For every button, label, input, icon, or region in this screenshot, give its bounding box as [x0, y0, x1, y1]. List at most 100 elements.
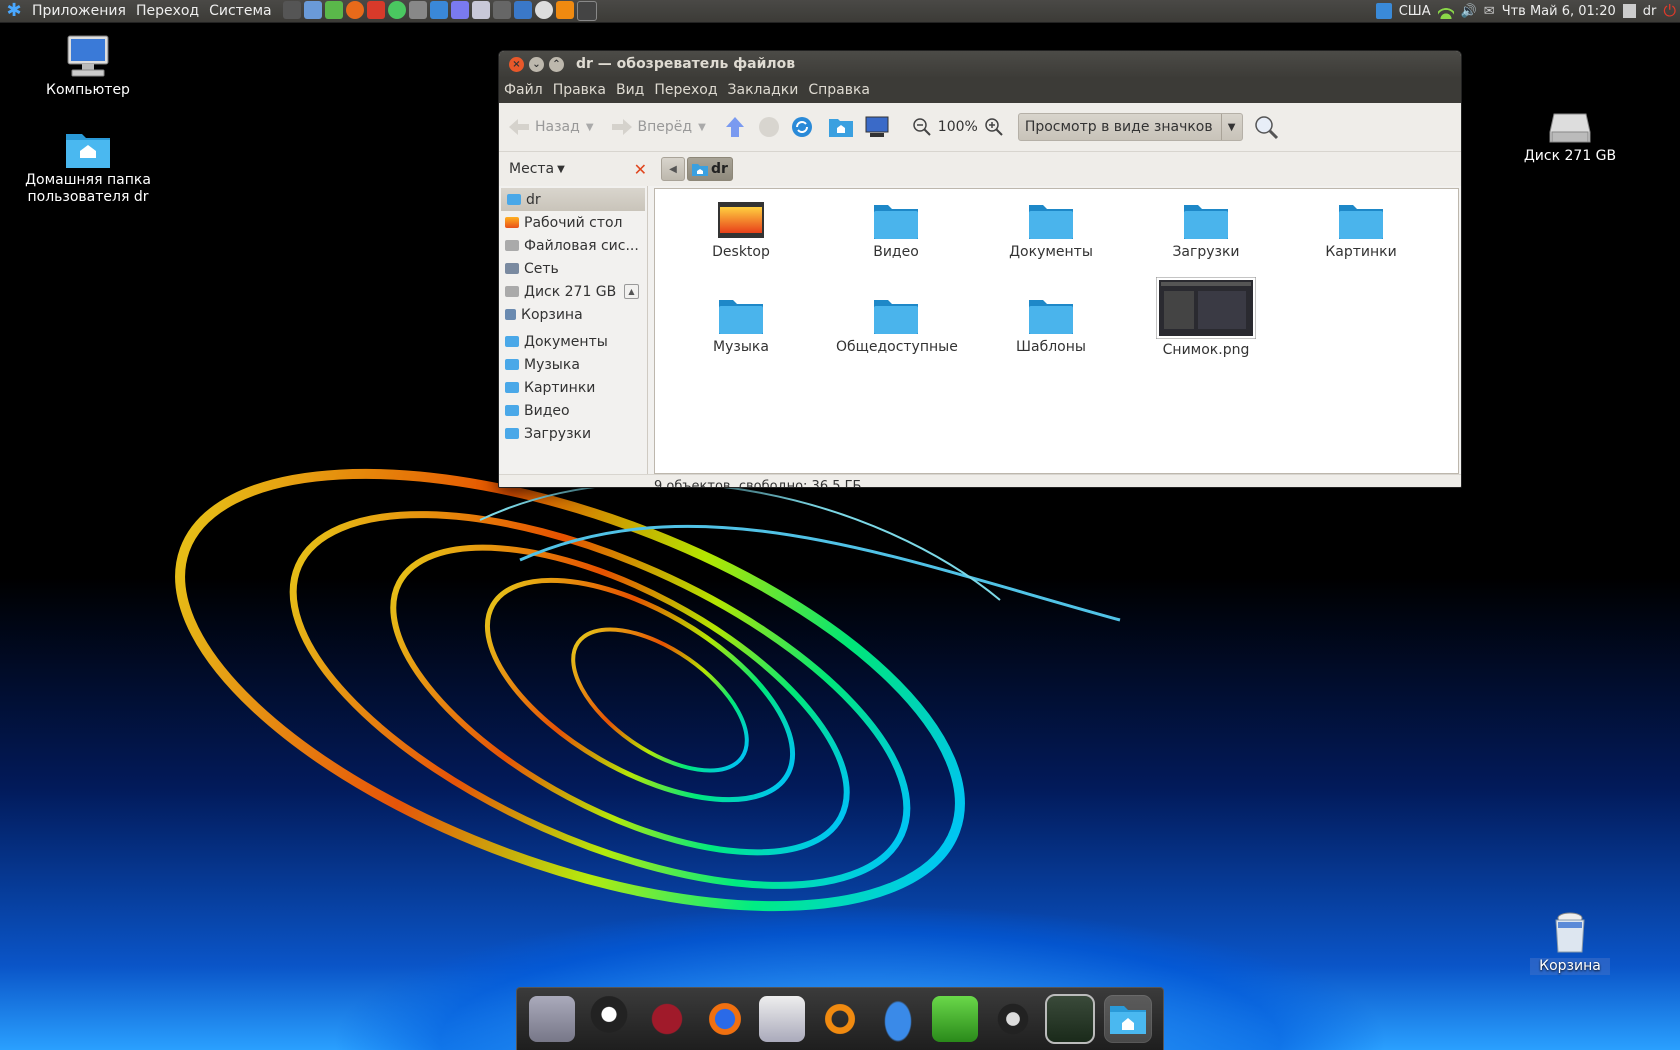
- file-item[interactable]: Видео: [836, 201, 956, 260]
- mail-icon[interactable]: ✉: [1484, 4, 1495, 19]
- sidebar-item-pictures[interactable]: Картинки: [499, 376, 647, 399]
- menu-applications[interactable]: Приложения: [27, 3, 131, 19]
- clock[interactable]: Чтв Май 6, 01:20: [1502, 4, 1616, 19]
- window-titlebar[interactable]: × ⌄ ⌃ dr — обозреватель файлов: [499, 51, 1461, 77]
- menu-places[interactable]: Переход: [131, 3, 204, 19]
- sidebar-item-network[interactable]: Сеть: [499, 257, 647, 280]
- close-sidebar-icon[interactable]: ✕: [634, 160, 647, 179]
- monster-icon[interactable]: [989, 996, 1036, 1042]
- computer-icon[interactable]: [864, 116, 890, 138]
- sidebar-item-label: Музыка: [524, 356, 580, 373]
- zoom-out-icon[interactable]: [912, 117, 932, 137]
- launcher-icon[interactable]: [408, 1, 427, 19]
- sidebar-item-trash[interactable]: Корзина: [499, 303, 647, 326]
- file-browser-window: × ⌄ ⌃ dr — обозреватель файлов Файл Прав…: [498, 50, 1462, 488]
- home-folder-icon[interactable]: [1104, 995, 1153, 1043]
- sidebar-item-music[interactable]: Музыка: [499, 353, 647, 376]
- back-button[interactable]: Назад: [507, 118, 580, 136]
- up-arrow-icon[interactable]: [724, 116, 746, 138]
- file-item[interactable]: Документы: [991, 201, 1111, 260]
- close-icon[interactable]: ×: [509, 56, 524, 72]
- firefox-icon[interactable]: [345, 1, 364, 19]
- terminal-icon[interactable]: [576, 1, 597, 21]
- file-item[interactable]: Шаблоны: [991, 296, 1111, 355]
- gear-icon[interactable]: [932, 996, 979, 1042]
- minimize-icon[interactable]: ⌄: [529, 56, 544, 72]
- eject-icon[interactable]: ▲: [624, 284, 639, 299]
- sidebar-item-label: Загрузки: [524, 425, 592, 442]
- trash-icon: [1555, 912, 1585, 953]
- document-icon[interactable]: [759, 996, 806, 1042]
- zoom-level[interactable]: 100%: [938, 119, 978, 135]
- launcher-icon[interactable]: [534, 1, 553, 19]
- launcher-icon[interactable]: [303, 1, 322, 19]
- home-folder-icon: [507, 194, 521, 205]
- back-history-dropdown[interactable]: ▼: [586, 122, 594, 133]
- launcher-icon[interactable]: [492, 1, 511, 19]
- sidebar-item-desktop[interactable]: Рабочий стол: [499, 211, 647, 234]
- menu-view[interactable]: Вид: [611, 82, 649, 98]
- keyboard-layout[interactable]: США: [1399, 4, 1431, 19]
- file-item[interactable]: Снимок.png: [1146, 277, 1266, 358]
- wifi-icon[interactable]: [1437, 3, 1454, 19]
- launcher-icon[interactable]: [282, 1, 301, 19]
- file-label: Общедоступные: [836, 339, 958, 355]
- menu-help[interactable]: Справка: [803, 82, 875, 98]
- file-item[interactable]: Картинки: [1301, 201, 1421, 260]
- desktop-trash[interactable]: Корзина: [1530, 910, 1610, 975]
- pidgin-icon[interactable]: [644, 996, 691, 1042]
- volume-icon[interactable]: 🔊: [1461, 4, 1477, 19]
- desktop-computer[interactable]: Компьютер: [38, 32, 138, 99]
- desktop-home[interactable]: Домашняя папка пользователя dr: [24, 128, 152, 206]
- launcher-icon[interactable]: [513, 1, 532, 19]
- view-mode-select[interactable]: Просмотр в виде значков ▼: [1017, 113, 1243, 141]
- reload-icon[interactable]: [790, 115, 814, 139]
- pointer-tray-icon[interactable]: [1375, 3, 1392, 19]
- sidebar-item-downloads[interactable]: Загрузки: [499, 422, 647, 445]
- sidebar-item-documents[interactable]: Документы: [499, 330, 647, 353]
- breadcrumb-dr[interactable]: dr: [687, 157, 733, 181]
- sidebar-item-disk[interactable]: Диск 271 GB ▲: [499, 280, 647, 303]
- floppy-icon[interactable]: [528, 996, 575, 1042]
- launcher-icon[interactable]: [324, 1, 343, 19]
- vlc-icon[interactable]: [555, 1, 574, 19]
- drop-icon[interactable]: [874, 996, 921, 1042]
- launcher-icon[interactable]: [387, 1, 406, 19]
- power-icon[interactable]: ⏻: [1663, 1, 1676, 21]
- launcher-icon[interactable]: [471, 1, 490, 19]
- sidebar-item-home[interactable]: dr: [501, 188, 645, 211]
- menu-go[interactable]: Переход: [649, 82, 722, 98]
- ubuntu-logo-icon[interactable]: ✱: [5, 2, 23, 20]
- user-name[interactable]: dr: [1643, 4, 1657, 19]
- forward-history-dropdown[interactable]: ▼: [698, 122, 706, 133]
- file-item[interactable]: Desktop: [681, 201, 801, 260]
- desktop-folder-icon: [718, 202, 764, 238]
- menu-bookmarks[interactable]: Закладки: [723, 82, 804, 98]
- desktop-disk[interactable]: Диск 271 GB: [1520, 110, 1620, 165]
- file-item[interactable]: Загрузки: [1146, 201, 1266, 260]
- file-item[interactable]: Общедоступные: [836, 296, 958, 355]
- sidebar-item-filesystem[interactable]: Файловая сис...: [499, 234, 647, 257]
- launcher-icon[interactable]: [429, 1, 448, 19]
- menu-system[interactable]: Система: [204, 3, 276, 19]
- sidebar-item-videos[interactable]: Видео: [499, 399, 647, 422]
- stop-icon[interactable]: [758, 116, 780, 138]
- monitor-icon[interactable]: [1045, 994, 1096, 1044]
- search-icon[interactable]: [1253, 114, 1279, 140]
- file-item[interactable]: Музыка: [681, 296, 801, 355]
- home-icon[interactable]: [828, 116, 854, 138]
- places-dropdown[interactable]: Места: [509, 161, 554, 177]
- launcher-icon[interactable]: [366, 1, 385, 19]
- breadcrumb-left-arrow-icon[interactable]: ◀: [661, 157, 685, 181]
- menu-edit[interactable]: Правка: [548, 82, 611, 98]
- menu-file[interactable]: Файл: [499, 82, 548, 98]
- forward-button[interactable]: Вперёд: [610, 118, 692, 136]
- maximize-icon[interactable]: ⌃: [549, 56, 564, 72]
- firefox-icon[interactable]: [701, 996, 748, 1042]
- chevron-down-icon[interactable]: ▼: [557, 164, 565, 175]
- at-sign-icon[interactable]: [816, 996, 863, 1042]
- launcher-icon[interactable]: [450, 1, 469, 19]
- penguin-icon[interactable]: [586, 996, 633, 1042]
- zoom-in-icon[interactable]: [984, 117, 1004, 137]
- file-view[interactable]: Desktop Видео Документы Загрузки Картинк…: [654, 188, 1459, 474]
